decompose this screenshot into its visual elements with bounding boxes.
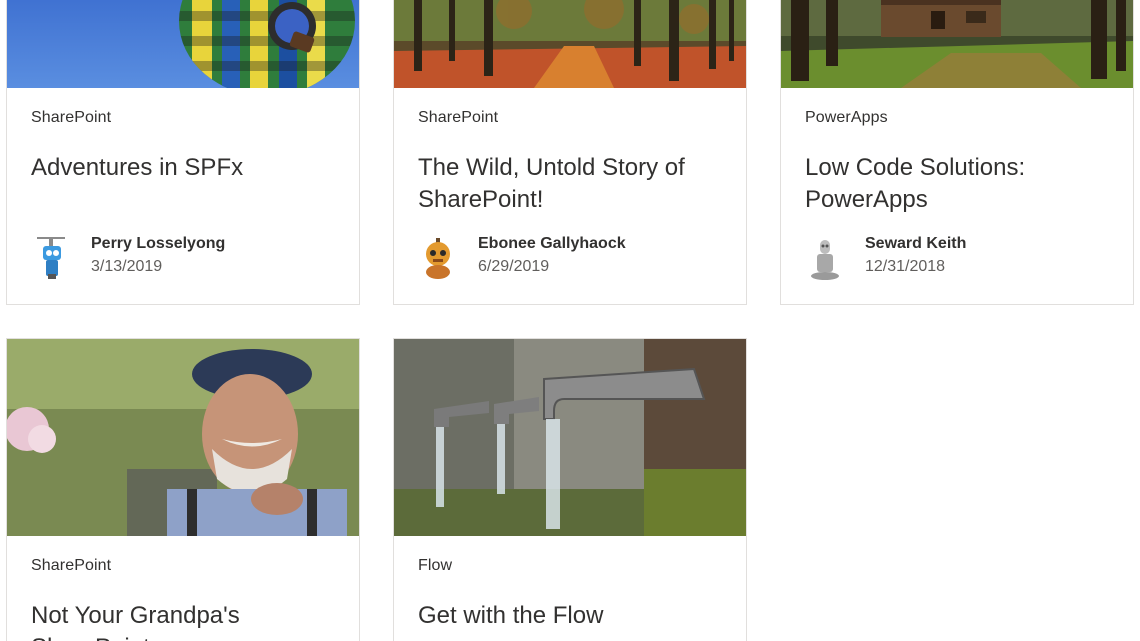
card-category: SharePoint <box>31 557 112 574</box>
card-title[interactable]: Adventures in SPFx <box>31 152 335 184</box>
author-name: Seward Keith <box>865 235 967 252</box>
publish-date: 6/29/2019 <box>478 258 550 275</box>
author-avatar <box>31 234 71 282</box>
card-image-forest-cabin <box>781 0 1133 88</box>
author-name: Perry Losselyong <box>91 235 226 252</box>
card-title[interactable]: Not Your Grandpa's SharePoint <box>31 600 335 641</box>
card-image-balloon <box>7 0 359 88</box>
card-category: SharePoint <box>418 109 499 126</box>
author-avatar <box>805 234 845 282</box>
news-card[interactable]: SharePoint Not Your Grandpa's SharePoint <box>6 338 360 641</box>
news-card[interactable]: SharePoint Adventures in SPFx Perry Loss… <box>6 0 360 305</box>
card-image-forest-path <box>394 0 746 88</box>
card-category: PowerApps <box>805 109 888 126</box>
card-title[interactable]: The Wild, Untold Story of SharePoint! <box>418 152 722 216</box>
card-title[interactable]: Get with the Flow <box>418 600 722 632</box>
card-category: Flow <box>418 557 453 574</box>
publish-date: 12/31/2018 <box>865 258 946 275</box>
publish-date: 3/13/2019 <box>91 258 163 275</box>
news-grid: SharePoint Adventures in SPFx Perry Loss… <box>0 0 1140 641</box>
card-title[interactable]: Low Code Solutions: PowerApps <box>805 152 1109 216</box>
news-card[interactable]: Flow Get with the Flow <box>393 338 747 641</box>
news-card[interactable]: SharePoint The Wild, Untold Story of Sha… <box>393 0 747 305</box>
card-image-old-man <box>7 339 359 536</box>
card-category: SharePoint <box>31 109 112 126</box>
news-card[interactable]: PowerApps Low Code Solutions: PowerApps … <box>780 0 1134 305</box>
card-image-faucets <box>394 339 746 536</box>
author-name: Ebonee Gallyhaock <box>478 235 626 252</box>
author-avatar <box>418 234 458 282</box>
